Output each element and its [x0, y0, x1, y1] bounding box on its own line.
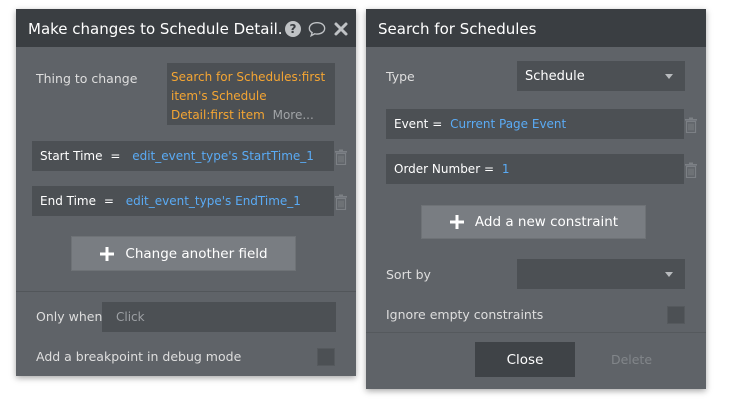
delete-button[interactable]: Delete: [604, 342, 659, 377]
thing-to-change-label: Thing to change: [36, 71, 138, 86]
chevron-down-icon: [665, 272, 673, 277]
add-constraint-label: Add a new constraint: [474, 214, 619, 230]
end-time-field[interactable]: End Time = edit_event_type's EndTime_1: [32, 186, 334, 216]
only-when-placeholder: Click: [116, 310, 145, 324]
end-time-label: End Time: [40, 194, 96, 208]
thing-to-change-field[interactable]: Search for Schedules:first item's Schedu…: [167, 63, 335, 125]
divider: [16, 291, 356, 292]
chevron-down-icon: [665, 74, 673, 79]
delete-end-time-icon[interactable]: [334, 194, 348, 210]
constraint-event[interactable]: Event = Current Page Event: [386, 109, 684, 139]
sort-by-dropdown[interactable]: [517, 259, 685, 289]
breakpoint-label: Add a breakpoint in debug mode: [36, 349, 242, 364]
make-changes-panel: Make changes to Schedule Detail. ? Thing…: [16, 9, 356, 376]
add-constraint-button[interactable]: Add a new constraint: [421, 205, 646, 239]
ignore-empty-checkbox[interactable]: [667, 306, 685, 324]
delete-constraint-event-icon[interactable]: [684, 117, 698, 133]
constraint-order-operator: =: [483, 162, 495, 176]
close-icon[interactable]: [332, 20, 350, 38]
only-when-label: Only when: [36, 309, 103, 324]
only-when-input[interactable]: Click: [102, 302, 336, 332]
change-another-field-label: Change another field: [125, 245, 268, 262]
search-for-schedules-panel: Search for Schedules Type Schedule Event…: [366, 9, 706, 389]
svg-text:?: ?: [290, 22, 297, 36]
header-icons: ?: [284, 19, 350, 39]
panel-header: Search for Schedules: [366, 9, 706, 47]
start-time-label: Start Time: [40, 149, 103, 163]
ignore-empty-label: Ignore empty constraints: [386, 307, 544, 322]
constraint-event-label: Event: [394, 117, 429, 131]
delete-constraint-order-icon[interactable]: [684, 162, 698, 178]
plus-icon: [100, 246, 115, 261]
constraint-order-label: Order Number: [394, 162, 481, 176]
constraint-order-number[interactable]: Order Number = 1: [386, 154, 684, 184]
end-time-operator: =: [103, 194, 114, 208]
close-label: Close: [506, 351, 544, 368]
type-value: Schedule: [525, 68, 585, 84]
more-link[interactable]: More...: [273, 108, 314, 122]
constraint-order-value: 1: [501, 162, 510, 176]
type-dropdown[interactable]: Schedule: [517, 61, 685, 91]
constraint-event-operator: =: [432, 117, 443, 131]
help-icon[interactable]: ?: [284, 20, 302, 38]
delete-label: Delete: [610, 352, 653, 367]
change-another-field-button[interactable]: Change another field: [71, 236, 296, 271]
start-time-expression: edit_event_type's StartTime_1: [132, 149, 314, 163]
sort-by-label: Sort by: [386, 267, 431, 282]
delete-start-time-icon[interactable]: [334, 149, 348, 165]
end-time-expression: edit_event_type's EndTime_1: [125, 194, 301, 208]
breakpoint-checkbox[interactable]: [317, 348, 335, 366]
panel-header: Make changes to Schedule Detail. ?: [16, 9, 356, 47]
dialog-footer: Close Delete: [366, 332, 706, 389]
start-time-operator: =: [110, 149, 121, 163]
start-time-field[interactable]: Start Time = edit_event_type's StartTime…: [32, 141, 334, 171]
panel-title: Search for Schedules: [378, 20, 537, 38]
constraint-event-value: Current Page Event: [450, 117, 567, 131]
panel-title: Make changes to Schedule Detail.: [28, 20, 283, 38]
comment-icon[interactable]: [308, 20, 326, 38]
type-label: Type: [386, 69, 415, 84]
plus-icon: [449, 215, 464, 229]
close-button[interactable]: Close: [475, 342, 575, 377]
